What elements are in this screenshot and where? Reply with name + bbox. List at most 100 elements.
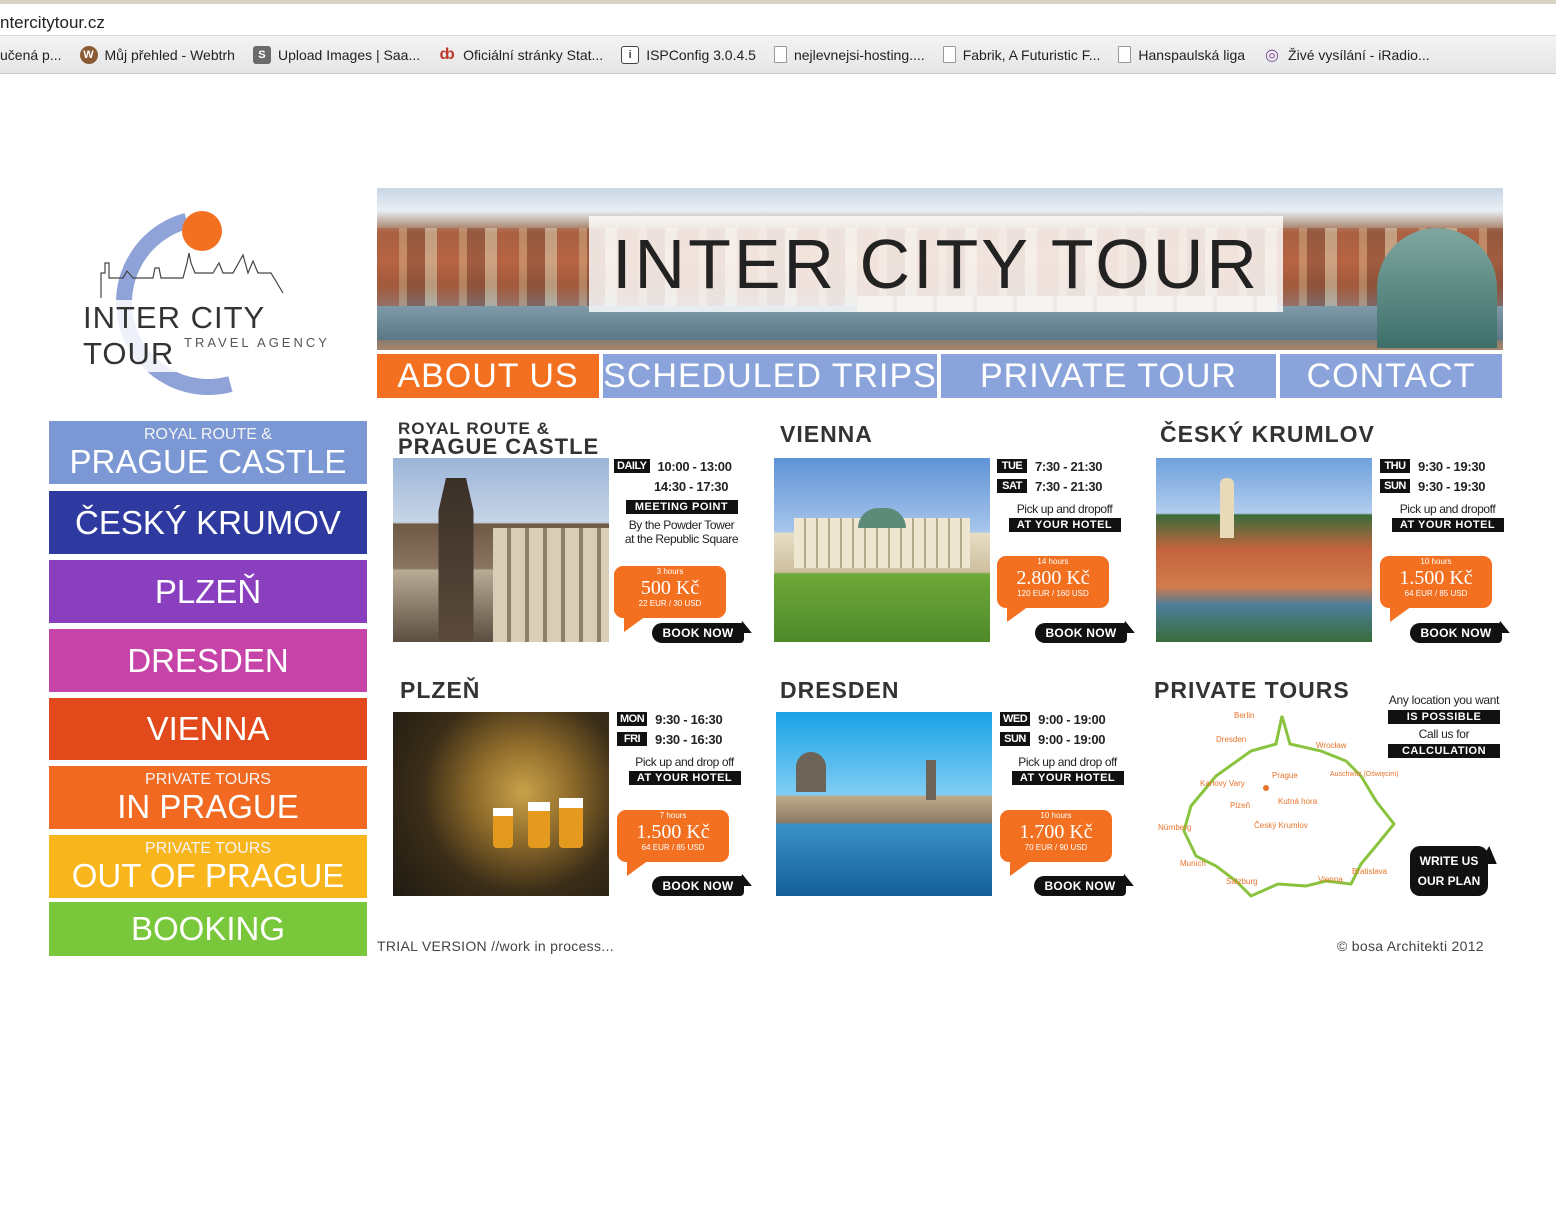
bookmark-item[interactable]: ȸ Oficiální stránky Stat... — [438, 46, 604, 64]
krumlov-town-photo[interactable] — [1156, 458, 1372, 642]
card-title-vienna: VIENNA — [780, 421, 873, 447]
dresden-info: WED 9:00 - 19:00 SUN 9:00 - 19:00 Pick up … — [1000, 709, 1135, 785]
url-text[interactable]: ntercitytour.cz — [0, 13, 105, 33]
bookmark-label: nejlevnejsi-hosting.... — [793, 46, 925, 63]
bookmark-item[interactable]: nejlevnejsi-hosting.... — [773, 46, 925, 63]
map-city-label: Bratislava — [1352, 867, 1388, 876]
map-city-label: Salzburg — [1226, 877, 1258, 886]
map-city-label: Nürnberg — [1158, 823, 1191, 832]
map-city-label: Munich — [1180, 859, 1206, 868]
price-value: 1.500 Kč — [1399, 567, 1473, 589]
nav-contact[interactable]: CONTACT — [1280, 354, 1502, 398]
sidebar-item-sublabel: PRIVATE TOURS — [145, 839, 271, 857]
bookmark-label: Můj přehled - Webtrh — [104, 46, 235, 63]
bookmarks-bar: učená p... W Můj přehled - Webtrh S Upload… — [0, 36, 1556, 74]
meeting-point-text: at the Republic Square — [624, 532, 739, 546]
krumlov-info: THU 9:30 - 19:30 SUN 9:30 - 19:30 Pick up … — [1380, 456, 1515, 532]
ispconfig-icon: i — [621, 45, 640, 64]
price-eur: 22 EUR / 30 USD — [638, 599, 702, 608]
price-eur: 64 EUR / 85 USD — [641, 843, 705, 852]
bookmark-label: učená p... — [0, 46, 62, 63]
sidebar-item-label: VIENNA — [146, 710, 270, 747]
card-title-prague: ROYAL ROUTE & PRAGUE CASTLE — [398, 420, 599, 458]
time-range: 9:30 - 16:30 — [655, 731, 723, 747]
bookmark-item[interactable]: ◎ Živé vysílání - iRadio... — [1263, 46, 1430, 64]
page-icon — [773, 46, 787, 63]
sidebar-item-booking[interactable]: BOOKING — [49, 902, 367, 956]
map-city-label: Dresden — [1216, 735, 1246, 744]
webtrh-icon: W — [79, 45, 98, 64]
nav-about-us[interactable]: ABOUT US — [377, 354, 599, 398]
card-title-krumlov: ČESKÝ KRUMLOV — [1160, 421, 1375, 447]
book-now-button[interactable]: BOOK NOW — [652, 623, 744, 643]
pickup-text: Pick up and dropoff — [1399, 502, 1496, 516]
address-bar[interactable]: ntercitytour.cz — [0, 0, 1556, 36]
map-city-label: Kutná hora — [1278, 797, 1318, 806]
skyline-icon — [100, 252, 284, 298]
sidebar-item-private-in-prague[interactable]: PRIVATE TOURS IN PRAGUE — [49, 766, 367, 829]
time-range: 14:30 - 17:30 — [654, 478, 729, 494]
sidebar-item-label: DRESDEN — [127, 641, 289, 679]
price-bubble: 10 hours 1.500 Kč 64 EUR / 85 USD — [1380, 556, 1492, 622]
sidebar-item-label: ČESKÝ KRUMOV — [75, 503, 341, 541]
book-now-button[interactable]: BOOK NOW — [1035, 623, 1127, 643]
page-icon — [942, 46, 956, 63]
site-logo[interactable]: INTER CITY TOUR TRAVEL AGENCY — [78, 176, 348, 429]
map-city-label: Prague — [1272, 771, 1298, 780]
day-badge: MON — [617, 712, 648, 726]
bookmark-item[interactable]: Fabrik, A Futuristic F... — [942, 46, 1100, 63]
bookmark-label: Hanspaulská liga — [1138, 46, 1246, 63]
nav-scheduled-trips[interactable]: SCHEDULED TRIPS — [603, 354, 937, 398]
price-bubble: 14 hours 2.800 Kč 120 EUR / 160 USD — [997, 556, 1109, 622]
day-badge: SAT — [997, 479, 1027, 493]
day-badge: SUN — [1380, 479, 1410, 493]
sidebar-item-sublabel: PRIVATE TOURS — [145, 770, 271, 788]
hotel-label: AT YOUR HOTEL — [1391, 518, 1504, 532]
card-title-private-tours: PRIVATE TOURS — [1154, 677, 1350, 703]
write-us-button[interactable]: WRITE US OUR PLAN — [1410, 846, 1488, 896]
book-now-button[interactable]: BOOK NOW — [652, 876, 744, 896]
bookmark-label: Živé vysílání - iRadio... — [1288, 46, 1430, 63]
pickup-text: Pick up and drop off — [635, 755, 734, 769]
map-city-label: Český Krumlov — [1254, 821, 1308, 830]
bookmark-item[interactable]: W Můj přehled - Webtrh — [79, 45, 235, 64]
page-icon — [1118, 46, 1132, 63]
sidebar-item-dresden[interactable]: DRESDEN — [49, 629, 367, 692]
czech-map[interactable]: Berlin Dresden Wrocław Prague Karlovy Va… — [1156, 706, 1401, 901]
card-title-dresden: DRESDEN — [780, 677, 900, 703]
write-us-label: WRITE US — [1419, 854, 1479, 868]
vienna-palace-photo[interactable] — [774, 458, 990, 642]
time-range: 7:30 - 21:30 — [1035, 478, 1103, 494]
bookmark-item[interactable]: učená p... — [0, 47, 62, 63]
card-title-plzen: PLZEŇ — [400, 677, 481, 703]
sidebar-item-vienna[interactable]: VIENNA — [49, 698, 367, 760]
map-city-label: Wrocław — [1316, 741, 1347, 750]
bookmark-item[interactable]: Hanspaulská liga — [1118, 46, 1245, 63]
bookmark-item[interactable]: i ISPConfig 3.0.4.5 — [621, 45, 756, 64]
time-range: 9:00 - 19:00 — [1038, 731, 1106, 747]
footer-trial-note: TRIAL VERSION //work in process... — [377, 938, 614, 954]
hero-banner: INTER CITY TOUR — [377, 188, 1503, 350]
price-eur: 64 EUR / 85 USD — [1404, 589, 1468, 598]
dresden-city-photo[interactable] — [776, 712, 992, 896]
price-value: 1.700 Kč — [1019, 821, 1093, 843]
prague-info: DAILY 10:00 - 13:00 14:30 - 17:30 MEETING… — [614, 456, 749, 546]
nav-private-tour[interactable]: PRIVATE TOUR — [941, 354, 1276, 398]
price-bubble: 7 hours 1.500 Kč 64 EUR / 85 USD — [617, 810, 729, 876]
sidebar-item-private-out-of-prague[interactable]: PRIVATE TOURS OUT OF PRAGUE — [49, 835, 367, 898]
hotel-label: AT YOUR HOTEL — [628, 771, 741, 785]
vienna-info: TUE 7:30 - 21:30 SAT 7:30 - 21:30 Pick up … — [997, 456, 1132, 532]
sidebar-item-label: IN PRAGUE — [117, 787, 299, 825]
book-now-button[interactable]: BOOK NOW — [1410, 623, 1502, 643]
prague-tower-photo[interactable] — [393, 458, 609, 642]
bookmark-item[interactable]: S Upload Images | Saa... — [252, 45, 420, 64]
sidebar-item-cesky-krumov[interactable]: ČESKÝ KRUMOV — [49, 491, 367, 554]
day-badge: THU — [1380, 459, 1410, 473]
saa-icon: S — [252, 45, 271, 64]
book-now-button[interactable]: BOOK NOW — [1034, 876, 1126, 896]
plzen-cellar-photo[interactable] — [393, 712, 609, 896]
footer-copyright: © bosa Architekti 2012 — [1337, 938, 1484, 954]
bookmark-label: Oficiální stránky Stat... — [463, 46, 604, 63]
sidebar-item-prague-castle[interactable]: ROYAL ROUTE & PRAGUE CASTLE — [49, 421, 367, 484]
sidebar-item-plzen[interactable]: PLZEŇ — [49, 560, 367, 623]
